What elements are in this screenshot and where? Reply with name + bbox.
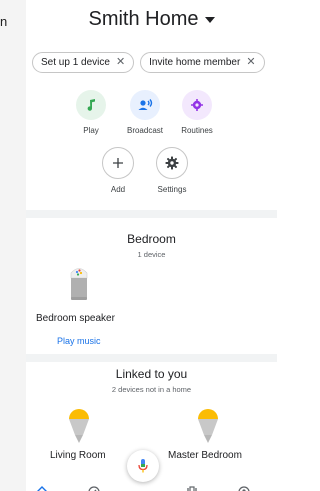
device-name[interactable]: Master Bedroom: [168, 450, 242, 461]
discover-tab-icon[interactable]: [88, 483, 100, 491]
device-name[interactable]: Living Room: [50, 450, 106, 461]
chip-label: Set up 1 device: [41, 57, 110, 68]
google-home-panel: Smith Home Set up 1 device ✕ Invite home …: [26, 0, 277, 491]
account-tab-icon[interactable]: [238, 483, 250, 491]
action-label: Settings: [157, 185, 187, 194]
close-icon[interactable]: ✕: [246, 56, 255, 68]
background-window-edge: n: [0, 0, 27, 491]
assistant-mic-button[interactable]: [127, 450, 159, 482]
setup-device-chip[interactable]: Set up 1 device ✕: [32, 52, 135, 73]
play-music-link[interactable]: Play music: [57, 336, 101, 346]
room-title[interactable]: Bedroom: [26, 232, 277, 246]
home-selector[interactable]: Smith Home: [26, 8, 277, 31]
linked-section-title: Linked to you: [115, 367, 188, 381]
play-action[interactable]: Play: [63, 90, 119, 135]
add-action[interactable]: Add: [90, 147, 146, 194]
section-divider: [26, 210, 277, 218]
background-window-text: n: [0, 14, 8, 29]
invite-member-chip[interactable]: Invite home member ✕: [140, 52, 265, 73]
speaker-device-icon[interactable]: [68, 264, 90, 306]
media-tab-icon[interactable]: [186, 483, 198, 491]
plus-icon: [102, 147, 134, 179]
gear-icon: [156, 147, 188, 179]
action-label: Broadcast: [126, 126, 164, 135]
routines-icon: [182, 90, 212, 120]
room-device-count: 1 device: [137, 250, 166, 259]
home-tab-icon[interactable]: [36, 483, 48, 491]
action-label: Play: [83, 126, 99, 135]
section-divider: [26, 354, 277, 362]
music-note-icon: [76, 90, 106, 120]
lamp-device-icon[interactable]: [194, 405, 222, 451]
action-label: Routines: [181, 126, 213, 135]
suggestion-chips: Set up 1 device ✕ Invite home member ✕: [32, 52, 265, 73]
mic-icon: [138, 459, 148, 473]
settings-action[interactable]: Settings: [144, 147, 200, 194]
home-title: Smith Home: [88, 8, 199, 30]
close-icon[interactable]: ✕: [116, 56, 125, 68]
chip-label: Invite home member: [149, 57, 241, 68]
lamp-device-icon[interactable]: [65, 405, 93, 451]
broadcast-action[interactable]: Broadcast: [117, 90, 173, 135]
linked-section-subtitle: 2 devices not in a home: [111, 385, 192, 394]
action-label: Add: [110, 185, 126, 194]
routines-action[interactable]: Routines: [169, 90, 225, 135]
dropdown-arrow-icon: [204, 16, 215, 23]
broadcast-icon: [130, 90, 160, 120]
device-name[interactable]: Bedroom speaker: [36, 313, 115, 324]
